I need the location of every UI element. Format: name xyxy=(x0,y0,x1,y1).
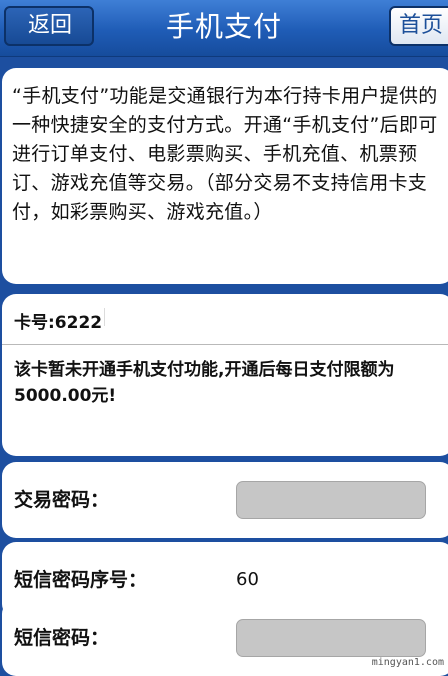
watermark: mingyan1.com xyxy=(371,657,444,668)
back-button[interactable]: 返回 xyxy=(4,6,94,46)
intro-card: “手机支付”功能是交通银行为本行持卡用户提供的一种快捷安全的支付方式。开通“手机… xyxy=(2,68,448,284)
card-info-panel: 卡号:6222 该卡暂未开通手机支付功能,开通后每日支付限额为5000.00元! xyxy=(2,294,448,456)
home-button[interactable]: 首页 xyxy=(389,6,448,46)
trade-password-row: 交易密码： xyxy=(2,462,448,538)
sms-password-input[interactable] xyxy=(236,619,426,657)
sms-password-label: 短信密码： xyxy=(14,627,110,649)
home-button-label: 首页 xyxy=(399,13,444,38)
intro-description: “手机支付”功能是交通银行为本行持卡用户提供的一种快捷安全的支付方式。开通“手机… xyxy=(12,85,438,223)
mobile-payment-notice: 该卡暂未开通手机支付功能,开通后每日支付限额为5000.00元! xyxy=(14,360,395,406)
top-bar: 手机支付 返回 首页 xyxy=(0,0,448,57)
card-number: 卡号:6222 xyxy=(14,313,103,333)
divider xyxy=(2,344,448,345)
back-button-label: 返回 xyxy=(27,13,72,38)
trade-password-label: 交易密码： xyxy=(14,489,110,511)
trade-password-input[interactable] xyxy=(236,481,426,519)
card-number-redaction xyxy=(104,308,131,326)
